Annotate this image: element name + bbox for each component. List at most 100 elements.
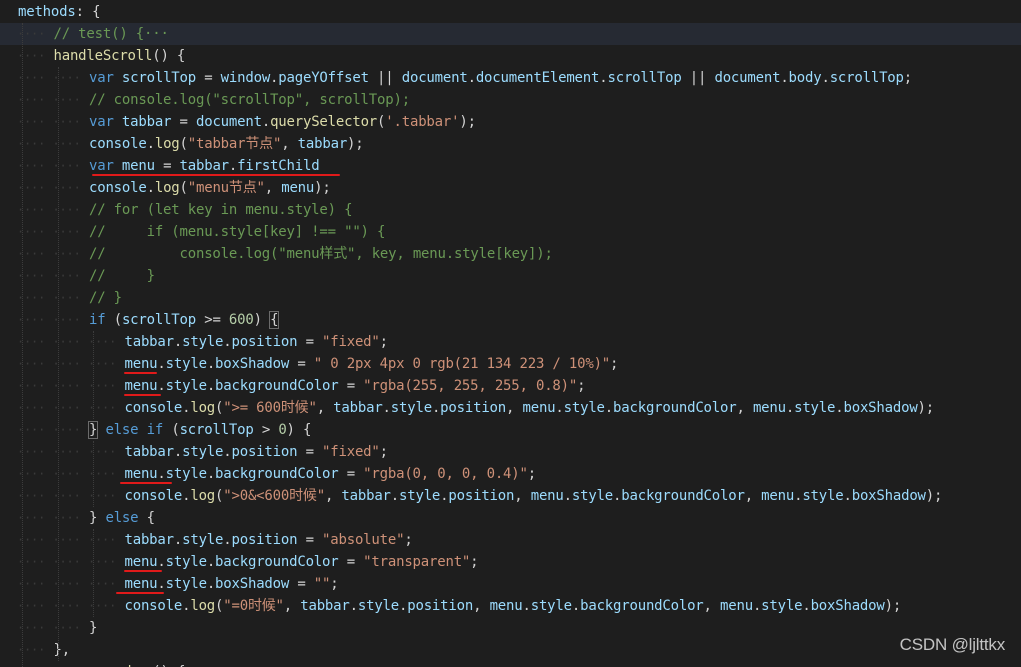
code-line[interactable]: ···· ···· var tabbar = document.querySelec… — [0, 111, 1021, 133]
code-token: , — [703, 598, 721, 614]
code-line[interactable]: ···· ···· var scrollTop = window.pageYOffs… — [0, 67, 1021, 89]
code-token: menu — [124, 356, 158, 372]
code-token: . — [146, 136, 155, 152]
code-token: backgroundColor — [580, 598, 704, 614]
code-token: " 0 2px 4px 0 rgb(21 134 223 / 10%)" — [313, 356, 611, 372]
code-token: backgroundColor — [215, 554, 339, 570]
code-token: . — [261, 114, 271, 130]
code-line[interactable]: ···· ···· ···· tabbar.style.position = "fix… — [0, 331, 1021, 353]
code-token: , — [281, 136, 298, 152]
code-token: firstChild — [237, 158, 320, 174]
code-token: ( — [105, 312, 122, 328]
code-line[interactable]: ···· ···· ···· tabbar.style.position = "abs… — [0, 529, 1021, 551]
code-token: tabbar — [333, 400, 383, 416]
code-token: { — [138, 510, 155, 526]
code-text: handleScroll() { — [54, 45, 186, 67]
code-token: , — [264, 180, 282, 196]
code-token: "=0时候" — [223, 598, 284, 614]
code-token: position — [407, 598, 474, 614]
code-token: : { — [75, 4, 101, 20]
code-line[interactable]: ····}, — [0, 639, 1021, 661]
code-token: . — [206, 554, 216, 570]
code-token: 0 — [278, 422, 287, 438]
code-token: , — [473, 598, 490, 614]
code-text: var tabbar = document.querySelector('.ta… — [89, 111, 476, 133]
code-text: console.log(">0&<600时候", tabbar.style.po… — [125, 485, 943, 507]
code-line[interactable]: ···· ····} else { — [0, 507, 1021, 529]
indent-guide — [93, 331, 94, 419]
indent-guide — [93, 529, 94, 617]
code-token: ); — [917, 400, 935, 416]
code-token: ; — [379, 444, 388, 460]
code-token: "" — [313, 576, 331, 592]
code-line[interactable]: ···· ···· ···· console.log(">0&<600时候", tab… — [0, 485, 1021, 507]
code-token: tabbar — [297, 136, 348, 152]
code-token: . — [206, 356, 216, 372]
code-line[interactable]: ···· ···· if (scrollTop >= 600) { — [0, 309, 1021, 331]
code-line[interactable]: ···· handleScroll() { — [0, 45, 1021, 67]
code-line[interactable]: ···· show() { — [0, 661, 1021, 667]
code-text: } — [89, 617, 97, 639]
code-line[interactable]: ····// test() {··· — [0, 23, 1021, 45]
code-token: ; — [404, 532, 413, 548]
code-token: log — [154, 136, 180, 152]
code-line[interactable]: ···· ····// if (menu.style[key] !== "") { — [0, 221, 1021, 243]
code-token: scrollTop — [179, 422, 254, 438]
code-token: style — [165, 378, 207, 394]
code-token: boxShadow — [843, 400, 918, 416]
code-token: // if (menu.style[key] !== "") { — [89, 224, 386, 240]
red-underline — [124, 372, 157, 374]
code-line[interactable]: ···· ···· console.log("tabbar节点", tabbar); — [0, 133, 1021, 155]
code-line[interactable]: ···· ····// console.log("menu样式", key, me… — [0, 243, 1021, 265]
code-text: }, — [54, 639, 71, 661]
code-text: // test() {··· — [54, 23, 169, 45]
code-token: // console.log("menu样式", key, menu.style… — [89, 246, 553, 262]
code-text: // if (menu.style[key] !== "") { — [89, 221, 385, 243]
code-token: . — [785, 400, 795, 416]
code-text: methods: { — [18, 1, 100, 23]
code-line[interactable]: ···· ····// for (let key in menu.style) { — [0, 199, 1021, 221]
code-text: } else { — [89, 507, 155, 529]
code-token: // } — [89, 268, 155, 284]
code-line[interactable]: ···· ···· console.log("menu节点", menu); — [0, 177, 1021, 199]
code-token: style — [182, 444, 224, 460]
code-line[interactable]: methods: { — [0, 1, 1021, 23]
code-token: . — [157, 576, 166, 592]
code-token: "transparent" — [363, 554, 471, 570]
code-token: // test() {··· — [53, 26, 169, 42]
code-token: menu — [124, 466, 158, 482]
code-token: methods — [18, 4, 76, 20]
code-token: boxShadow — [215, 576, 290, 592]
code-token: . — [821, 70, 830, 86]
code-line[interactable]: ···· ····// } — [0, 287, 1021, 309]
code-token: style — [794, 400, 836, 416]
code-token: , — [736, 400, 753, 416]
code-line[interactable]: ···· ····} — [0, 617, 1021, 639]
code-token: // } — [89, 290, 122, 306]
code-token: style — [390, 400, 432, 416]
code-token: . — [555, 400, 564, 416]
code-token: document — [714, 70, 781, 86]
code-text: // } — [89, 265, 155, 287]
code-line[interactable]: ···· ····// } — [0, 265, 1021, 287]
code-line[interactable]: ···· ···· ···· console.log("=0时候", tabbar.s… — [0, 595, 1021, 617]
code-line[interactable]: ···· ···· ···· tabbar.style.position = "fix… — [0, 441, 1021, 463]
indent-guide — [22, 23, 23, 667]
code-token: else — [105, 510, 139, 526]
code-line[interactable]: ···· ···· ···· console.log(">= 600时候", tabb… — [0, 397, 1021, 419]
code-token: boxShadow — [810, 598, 885, 614]
code-line[interactable]: ···· ····} else if (scrollTop > 0) { — [0, 419, 1021, 441]
code-line[interactable]: ···· ····// console.log("scrollTop", scro… — [0, 89, 1021, 111]
code-text: var scrollTop = window. pageYOffset || do… — [89, 67, 912, 89]
code-token: = — [289, 576, 314, 592]
code-token: position — [448, 488, 515, 504]
code-token: style — [571, 488, 614, 504]
code-token: window — [220, 70, 271, 86]
code-token: scrollTop — [829, 70, 904, 86]
code-token: ); — [925, 488, 943, 504]
code-token: menu — [752, 400, 786, 416]
code-token: ( — [179, 180, 188, 196]
indent-guide — [57, 67, 59, 661]
code-editor[interactable]: methods: {····// test() {··· ···· handleSc… — [0, 0, 1021, 667]
